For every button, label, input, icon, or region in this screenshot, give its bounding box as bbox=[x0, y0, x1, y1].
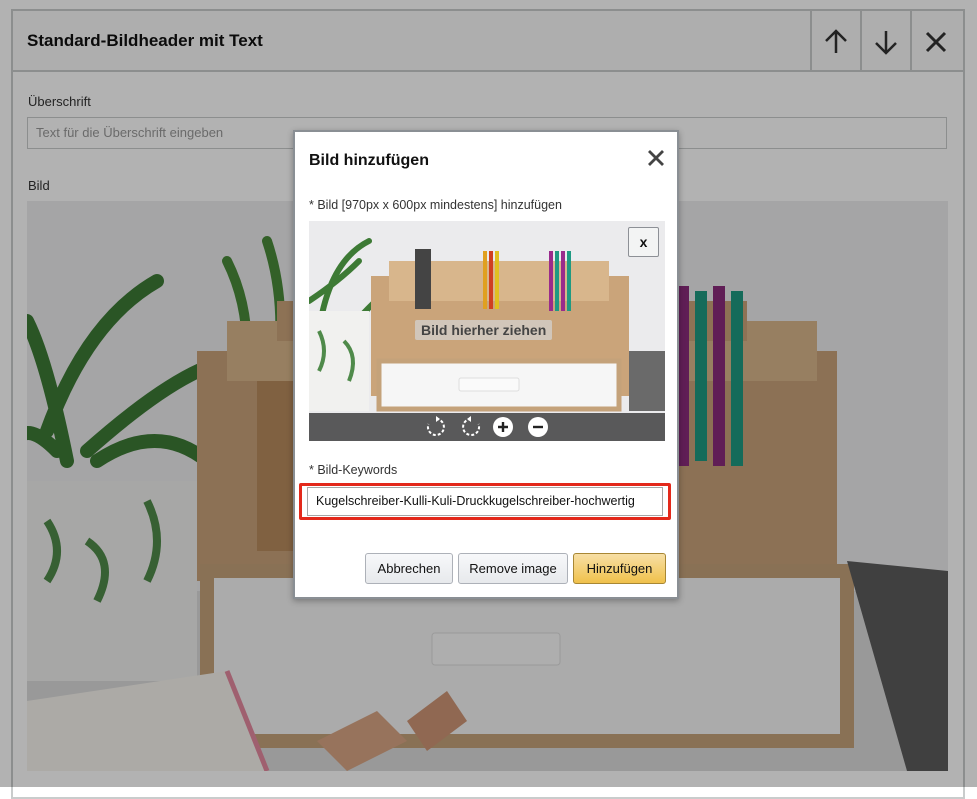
dialog-title: Bild hinzufügen bbox=[309, 152, 429, 169]
page: Standard-Bildheader mit Text Überschrift… bbox=[0, 0, 977, 799]
image-preview-dropzone[interactable]: x Bild hierher ziehen bbox=[309, 221, 665, 441]
drag-hint: Bild hierher ziehen bbox=[415, 320, 553, 340]
rotate-clockwise-icon[interactable] bbox=[425, 416, 447, 438]
zoom-out-icon[interactable] bbox=[527, 416, 549, 438]
cancel-button[interactable]: Abbrechen bbox=[365, 553, 453, 584]
rotate-counterclockwise-icon[interactable] bbox=[460, 416, 482, 438]
add-image-button[interactable]: Hinzufügen bbox=[573, 553, 666, 584]
dialog-close-button[interactable] bbox=[644, 146, 668, 170]
zoom-in-icon[interactable] bbox=[492, 416, 514, 438]
add-image-dialog: Bild hinzufügen * Bild [970px x 600px mi… bbox=[293, 130, 679, 599]
close-icon bbox=[648, 150, 664, 166]
remove-preview-button[interactable]: x bbox=[628, 227, 659, 257]
image-upload-label: * Bild [970px x 600px mindestens] hinzuf… bbox=[309, 198, 562, 212]
keywords-input[interactable]: Kugelschreiber-Kulli-Kuli-Druckkugelschr… bbox=[307, 487, 663, 516]
image-edit-toolbar bbox=[309, 413, 665, 441]
remove-image-button[interactable]: Remove image bbox=[458, 553, 568, 584]
keywords-label: * Bild-Keywords bbox=[309, 463, 398, 477]
